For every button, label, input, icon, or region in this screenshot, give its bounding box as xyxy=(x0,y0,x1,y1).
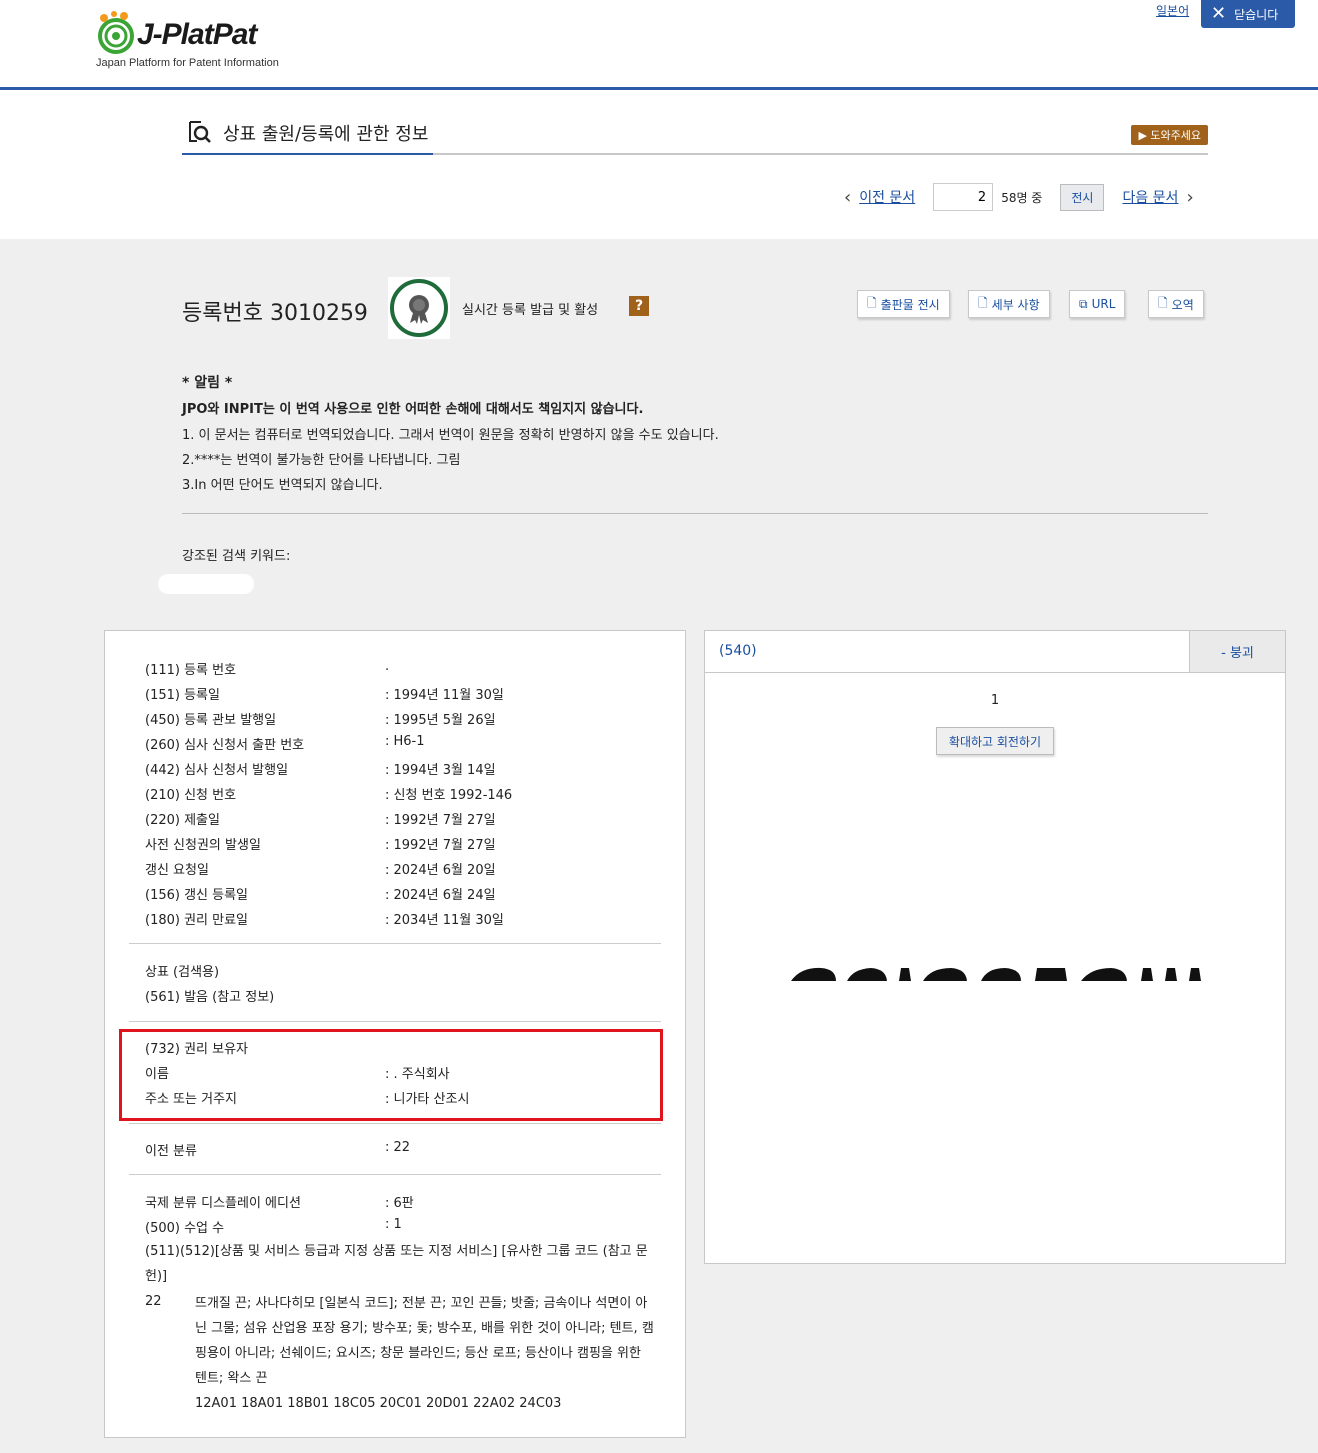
holder-name-value: : . 주식회사 xyxy=(385,1067,450,1082)
divider xyxy=(129,943,661,944)
document-icon: 🗋 xyxy=(978,295,988,310)
divider xyxy=(182,513,1208,514)
trademark-image[interactable] xyxy=(791,957,1211,981)
chevron-left-icon[interactable]: ‹ xyxy=(844,187,851,208)
field-label: (156) 갱신 등록일 xyxy=(145,888,249,903)
bibliographic-panel: (111) 등록 번호 . (151) 등록일 : 1994년 11월 30일 … xyxy=(104,630,686,1438)
zoom-rotate-button[interactable]: 확대하고 회전하기 xyxy=(936,727,1054,755)
field-value: : 2034년 11월 30일 xyxy=(385,913,504,928)
prev-document-link[interactable]: 이전 문서 xyxy=(859,187,915,207)
field-label: (210) 신청 번호 xyxy=(145,788,237,803)
notice-heading: * 알림 * xyxy=(182,375,233,391)
field-value: : 1995년 5월 26일 xyxy=(385,713,496,728)
translation-notice: * 알림 * JPO와 INPIT는 이 번역 사용으로 인한 어떠한 손해에 … xyxy=(182,372,1208,499)
mistranslation-button[interactable]: 🗋 오역 xyxy=(1148,290,1204,318)
help-button[interactable]: ▶ 도와주세요 xyxy=(1131,125,1208,145)
field-label: (561) 발음 (참고 정보) xyxy=(145,990,275,1005)
status-help-icon[interactable]: ? xyxy=(629,296,649,316)
field-label: 갱신 요청일 xyxy=(145,863,209,878)
holder-address-label: 주소 또는 거주지 xyxy=(145,1092,237,1107)
external-link-icon: ⧉ xyxy=(1079,296,1088,311)
notice-line: 2.****는 번역이 불가능한 단어를 나타냅니다. 그림 xyxy=(182,453,461,468)
group-codes: 12A01 18A01 18B01 18C05 20C01 20D01 22A0… xyxy=(195,1396,562,1411)
close-label: 닫습니다 xyxy=(1234,7,1279,22)
document-number-input[interactable] xyxy=(933,183,994,211)
registration-title: 등록번호 3010259 xyxy=(182,301,368,326)
publication-view-label: 출판물 전시 xyxy=(880,297,940,312)
class-number: 22 xyxy=(145,1294,162,1309)
close-button[interactable]: ✕ 닫습니다 xyxy=(1201,0,1295,28)
keywords-box xyxy=(158,574,254,594)
field-value: : 1 xyxy=(385,1217,402,1232)
logo-text: J-PlatPat xyxy=(137,18,257,51)
document-icon: 🗋 xyxy=(867,295,877,310)
goods-heading: (511)(512)[상품 및 서비스 등급과 지정 상품 또는 지정 서비스]… xyxy=(145,1244,648,1284)
url-button[interactable]: ⧉ URL xyxy=(1069,290,1126,318)
field-label: (260) 심사 신청서 출판 번호 xyxy=(145,738,305,753)
trademark-image-panel: (540) - 붕괴 1 확대하고 회전하기 xyxy=(704,630,1286,1264)
field-value: : 1994년 11월 30일 xyxy=(385,688,504,703)
field-value: : 2024년 6월 24일 xyxy=(385,888,496,903)
field-label: 국제 분류 디스플레이 에디션 xyxy=(145,1196,301,1211)
total-count: 58명 중 xyxy=(1001,190,1043,205)
field-value: : 1992년 7월 27일 xyxy=(385,838,496,853)
field-label: 사전 신청권의 발생일 xyxy=(145,838,261,853)
details-label: 세부 사항 xyxy=(991,297,1040,312)
prior-class-label: 이전 분류 xyxy=(145,1144,197,1159)
field-value: . xyxy=(385,659,390,674)
logo-subtitle: Japan Platform for Patent Information xyxy=(96,57,279,69)
page-title: 상표 출원/등록에 관한 정보 xyxy=(223,124,429,145)
holder-address-value: : 니가타 산조시 xyxy=(385,1092,470,1107)
field-label: (111) 등록 번호 xyxy=(145,663,237,678)
divider xyxy=(129,1123,661,1124)
holder-heading: (732) 권리 보유자 xyxy=(145,1042,249,1057)
goods-list: 뜨개질 끈; 사나다히모 [일본식 코드]; 전분 끈; 꼬인 끈들; 밧줄; … xyxy=(195,1291,655,1416)
field-value: : 2024년 6월 20일 xyxy=(385,863,496,878)
image-page-number: 1 xyxy=(990,693,1000,708)
field-label: (442) 심사 신청서 발행일 xyxy=(145,763,289,778)
search-document-icon xyxy=(187,120,211,148)
divider xyxy=(129,1174,661,1175)
collapse-button[interactable]: - 붕괴 xyxy=(1189,631,1285,672)
mistranslation-label: 오역 xyxy=(1171,297,1194,312)
holder-name-label: 이름 xyxy=(145,1067,169,1082)
field-label: (450) 등록 관보 발행일 xyxy=(145,713,277,728)
field-label: (500) 수업 수 xyxy=(145,1221,225,1236)
site-header: J-PlatPat Japan Platform for Patent Info… xyxy=(0,0,1318,90)
field-value: : 1992년 7월 27일 xyxy=(385,813,496,828)
title-underline xyxy=(182,153,433,155)
field-label: (220) 제출일 xyxy=(145,813,220,828)
image-panel-header: (540) - 붕괴 xyxy=(705,631,1285,673)
url-label: URL xyxy=(1091,297,1116,311)
live-status-text: 실시간 등록 발급 및 활성 xyxy=(462,303,599,318)
field-label: (180) 권리 만료일 xyxy=(145,913,249,928)
notice-line: 1. 이 문서는 컴퓨터로 번역되었습니다. 그래서 번역이 원문을 정확히 반… xyxy=(182,428,719,443)
next-document-link[interactable]: 다음 문서 xyxy=(1122,187,1178,207)
details-button[interactable]: 🗋 세부 사항 xyxy=(968,290,1050,318)
image-field-code: (540) xyxy=(719,643,757,659)
language-link[interactable]: 일본어 xyxy=(1156,2,1189,19)
live-status-badge-icon xyxy=(388,277,450,339)
field-label: 상표 (검색용) xyxy=(145,965,220,980)
close-icon: ✕ xyxy=(1211,3,1227,24)
chevron-right-icon[interactable]: › xyxy=(1186,187,1193,208)
show-button[interactable]: 전시 xyxy=(1060,183,1105,211)
notice-line: 3.In 어떤 단어도 번역되지 않습니다. xyxy=(182,478,383,493)
document-icon: 🗋 xyxy=(1158,295,1168,310)
field-value: : 1994년 3월 14일 xyxy=(385,763,496,778)
publication-view-button[interactable]: 🗋 출판물 전시 xyxy=(857,290,950,318)
page-title-bar: 상표 출원/등록에 관한 정보 ▶ 도와주세요 xyxy=(182,112,1208,155)
goods-text: 뜨개질 끈; 사나다히모 [일본식 코드]; 전분 끈; 꼬인 끈들; 밧줄; … xyxy=(195,1296,654,1386)
keywords-label: 강조된 검색 키워드: xyxy=(182,549,291,564)
field-label: (151) 등록일 xyxy=(145,688,220,703)
divider xyxy=(129,1021,661,1022)
field-value: : H6-1 xyxy=(385,734,425,749)
field-value: : 신청 번호 1992-146 xyxy=(385,788,513,803)
document-pager: ‹ 이전 문서 58명 중 전시 다음 문서 › xyxy=(836,183,1202,211)
logo-spiral-icon xyxy=(98,11,134,54)
prior-class-value: : 22 xyxy=(385,1140,411,1155)
notice-disclaimer: JPO와 INPIT는 이 번역 사용으로 인한 어떠한 손해에 대해서도 책임… xyxy=(182,402,644,417)
field-value: : 6판 xyxy=(385,1196,414,1211)
